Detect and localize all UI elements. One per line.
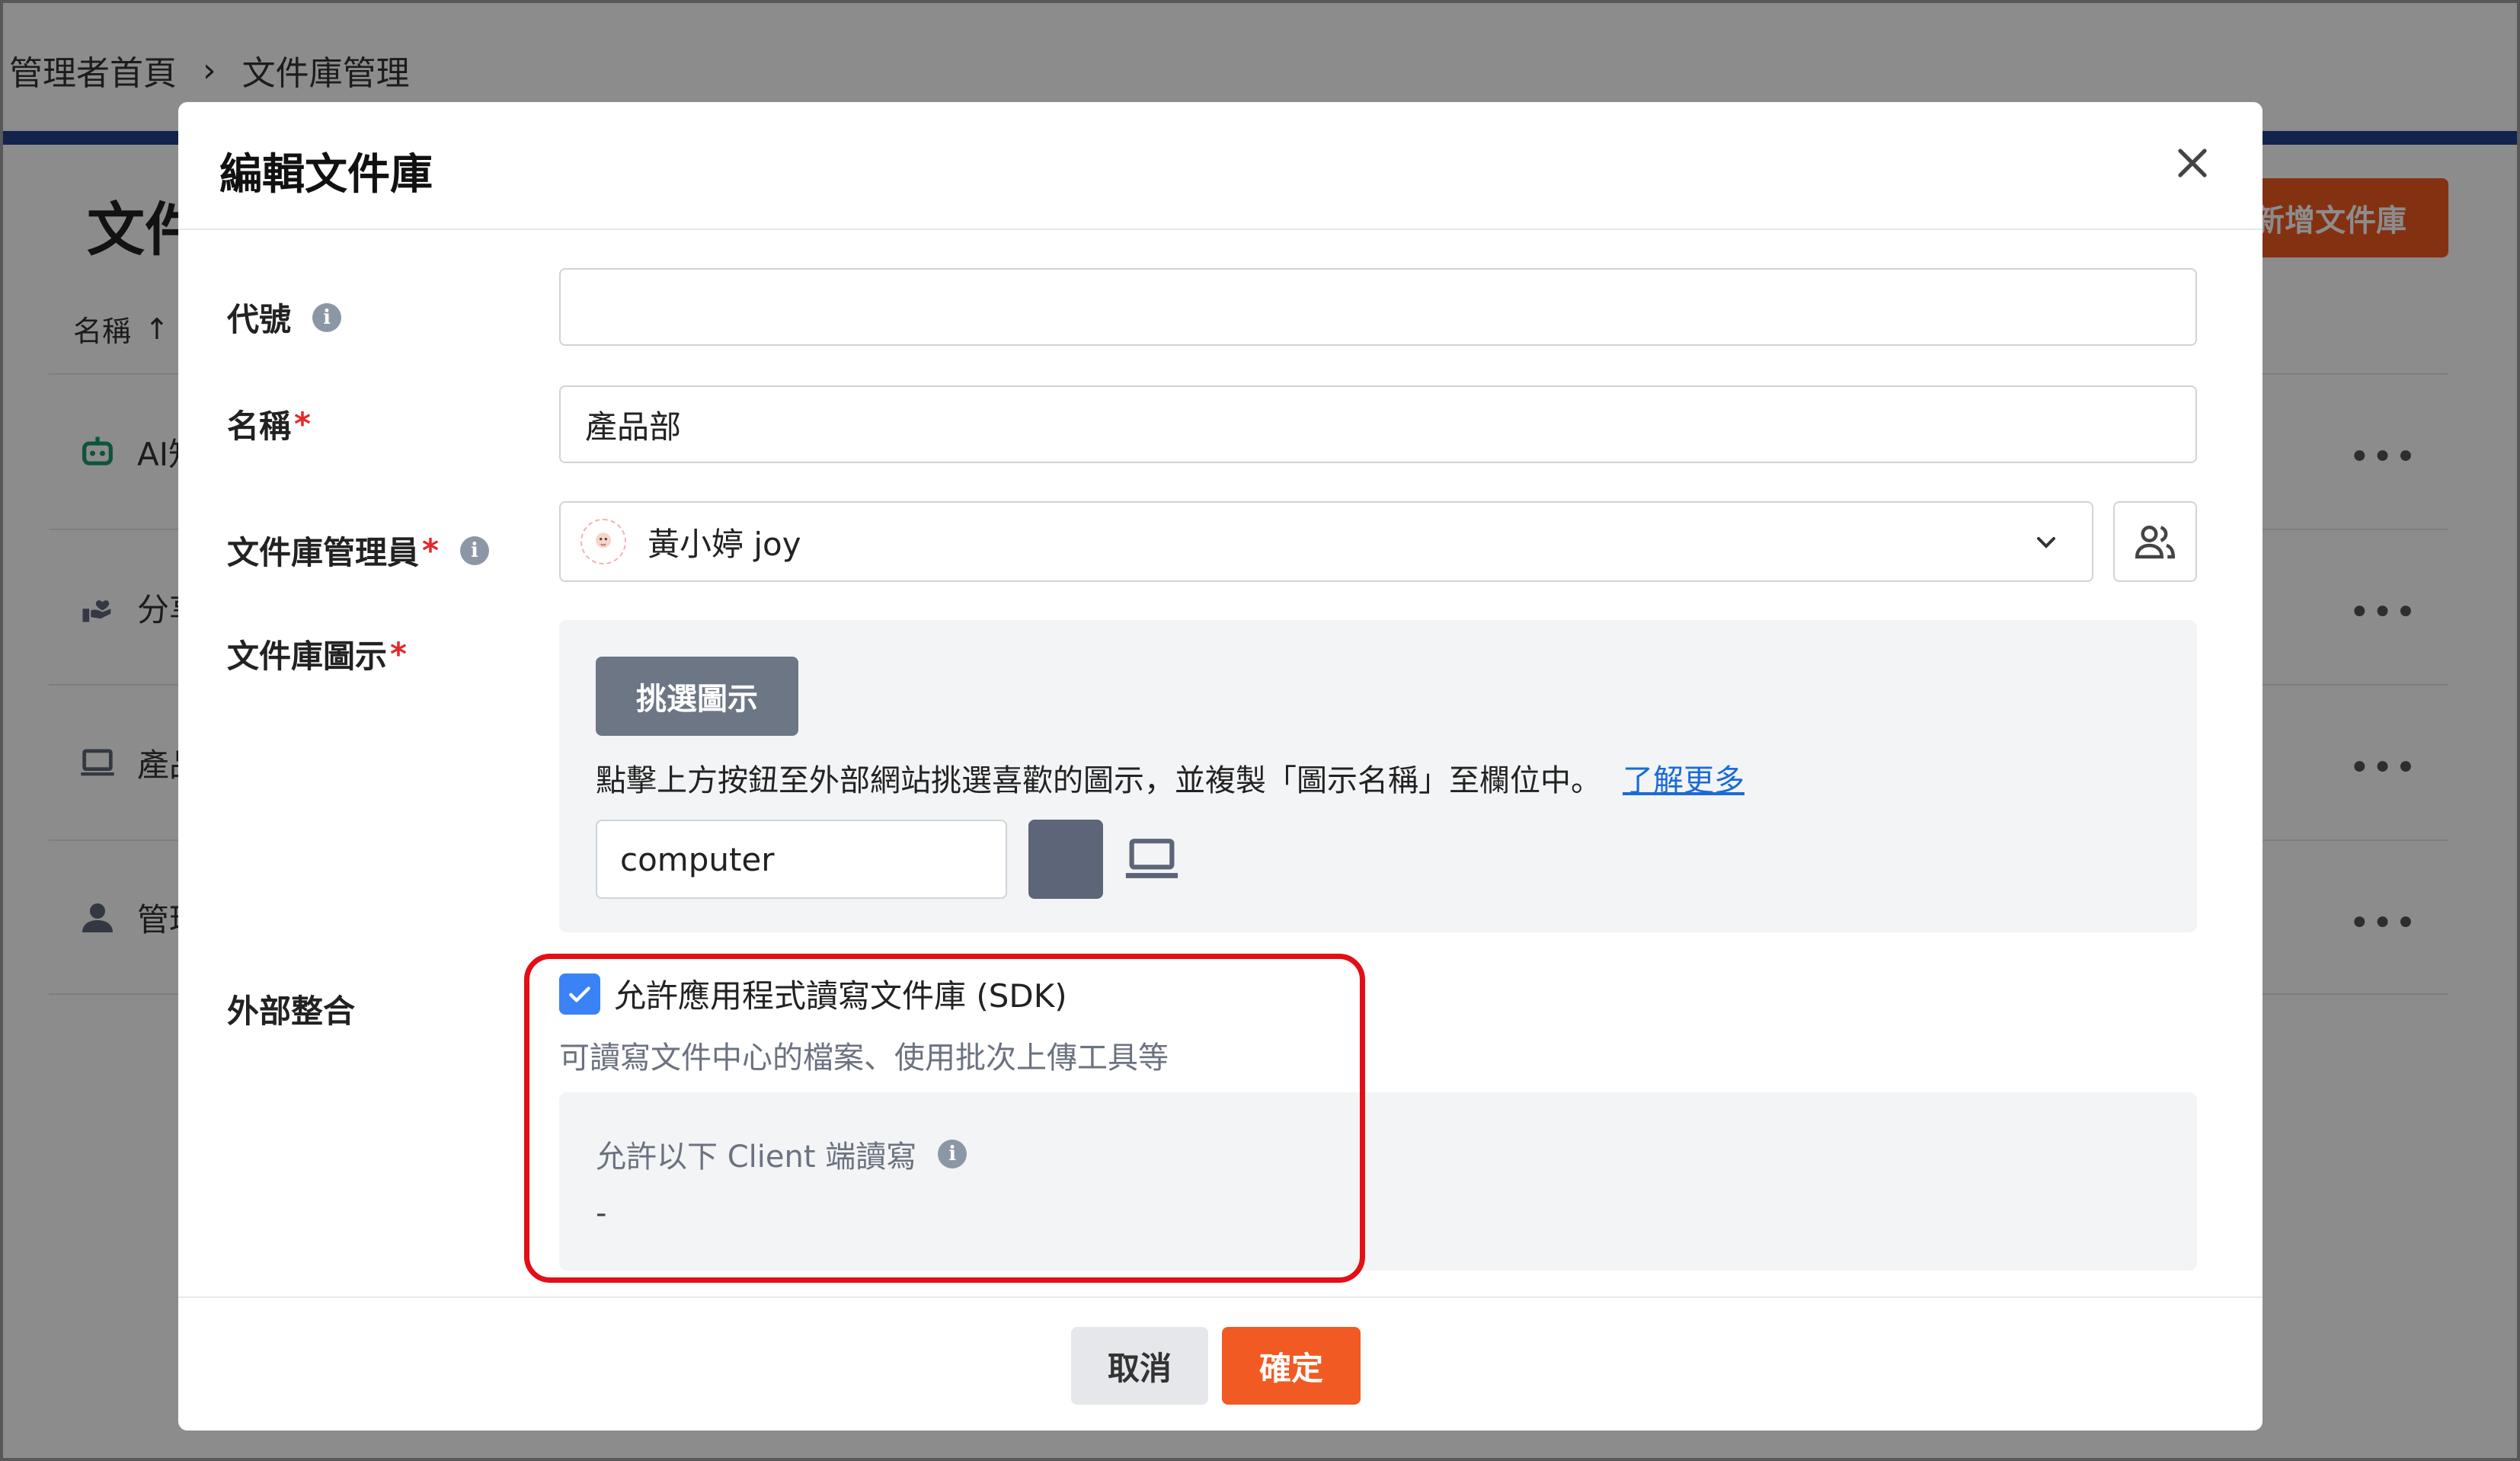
learn-more-link[interactable]: 了解更多 bbox=[1623, 763, 1744, 798]
sdk-checkbox[interactable] bbox=[559, 973, 600, 1015]
confirm-button[interactable]: 確定 bbox=[1222, 1327, 1361, 1405]
required-marker: * bbox=[422, 532, 439, 569]
admin-label-text: 文件庫管理員 bbox=[227, 534, 420, 571]
admin-select-value: 黃小婷 joy bbox=[648, 525, 801, 563]
cancel-button[interactable]: 取消 bbox=[1071, 1327, 1208, 1405]
users-icon bbox=[2135, 526, 2176, 559]
chevron-down-icon bbox=[2031, 527, 2061, 561]
admin-select[interactable]: 黃小婷 joy bbox=[559, 501, 2093, 582]
dialog-title: 編輯文件庫 bbox=[219, 150, 433, 200]
info-icon[interactable]: i bbox=[459, 535, 489, 565]
close-icon[interactable] bbox=[2168, 139, 2217, 187]
required-marker: * bbox=[294, 405, 311, 443]
info-icon[interactable]: i bbox=[312, 302, 342, 332]
admin-label: 文件庫管理員 * i bbox=[227, 527, 489, 574]
icon-name-input[interactable]: computer bbox=[596, 820, 1007, 899]
laptop-icon bbox=[1123, 836, 1181, 887]
icon-help-sentence: 點擊上方按鈕至外部網站挑選喜歡的圖示，並複製「圖示名稱」至欄位中。 bbox=[596, 763, 1601, 798]
code-label-text: 代號 bbox=[227, 301, 292, 338]
required-marker: * bbox=[390, 635, 407, 673]
icon-label: 文件庫圖示 * bbox=[227, 631, 407, 677]
pick-icon-button[interactable]: 挑選圖示 bbox=[596, 657, 798, 736]
icon-help-text: 點擊上方按鈕至外部網站挑選喜歡的圖示，並複製「圖示名稱」至欄位中。 了解更多 bbox=[596, 756, 1744, 800]
client-title-text: 允許以下 Client 端讀寫 bbox=[596, 1140, 917, 1175]
sdk-checkbox-row[interactable]: 允許應用程式讀寫文件庫 (SDK) bbox=[559, 970, 1067, 1017]
icon-color-picker[interactable] bbox=[1028, 820, 1103, 899]
integration-label: 外部整合 bbox=[227, 993, 356, 1030]
name-label: 名稱 * bbox=[227, 401, 311, 447]
code-input[interactable] bbox=[559, 268, 2197, 346]
client-panel: 允許以下 Client 端讀寫 i - bbox=[559, 1092, 2197, 1271]
avatar bbox=[580, 519, 626, 564]
icon-label-text: 文件庫圖示 bbox=[227, 638, 388, 675]
user-picker-button[interactable] bbox=[2113, 501, 2197, 582]
icon-panel: 挑選圖示 點擊上方按鈕至外部網站挑選喜歡的圖示，並複製「圖示名稱」至欄位中。 了解… bbox=[559, 620, 2197, 932]
dialog-footer: 取消 確定 bbox=[178, 1296, 2263, 1431]
info-icon[interactable]: i bbox=[938, 1140, 967, 1168]
dialog-header: 編輯文件庫 bbox=[178, 102, 2263, 230]
sdk-description: 可讀寫文件中心的檔案、使用批次上傳工具等 bbox=[559, 1041, 1169, 1076]
name-label-text: 名稱 bbox=[227, 408, 292, 445]
code-label: 代號 i bbox=[227, 294, 342, 340]
check-icon bbox=[569, 986, 590, 1002]
sdk-checkbox-label: 允許應用程式讀寫文件庫 (SDK) bbox=[614, 977, 1067, 1015]
client-value: - bbox=[596, 1196, 607, 1231]
edit-library-dialog: 編輯文件庫 代號 i 名稱 * 產品部 文件庫管理員 * i 黃小婷 joy 文件庫… bbox=[178, 102, 2263, 1431]
name-input[interactable]: 產品部 bbox=[559, 385, 2197, 463]
client-title: 允許以下 Client 端讀寫 i bbox=[596, 1132, 967, 1176]
